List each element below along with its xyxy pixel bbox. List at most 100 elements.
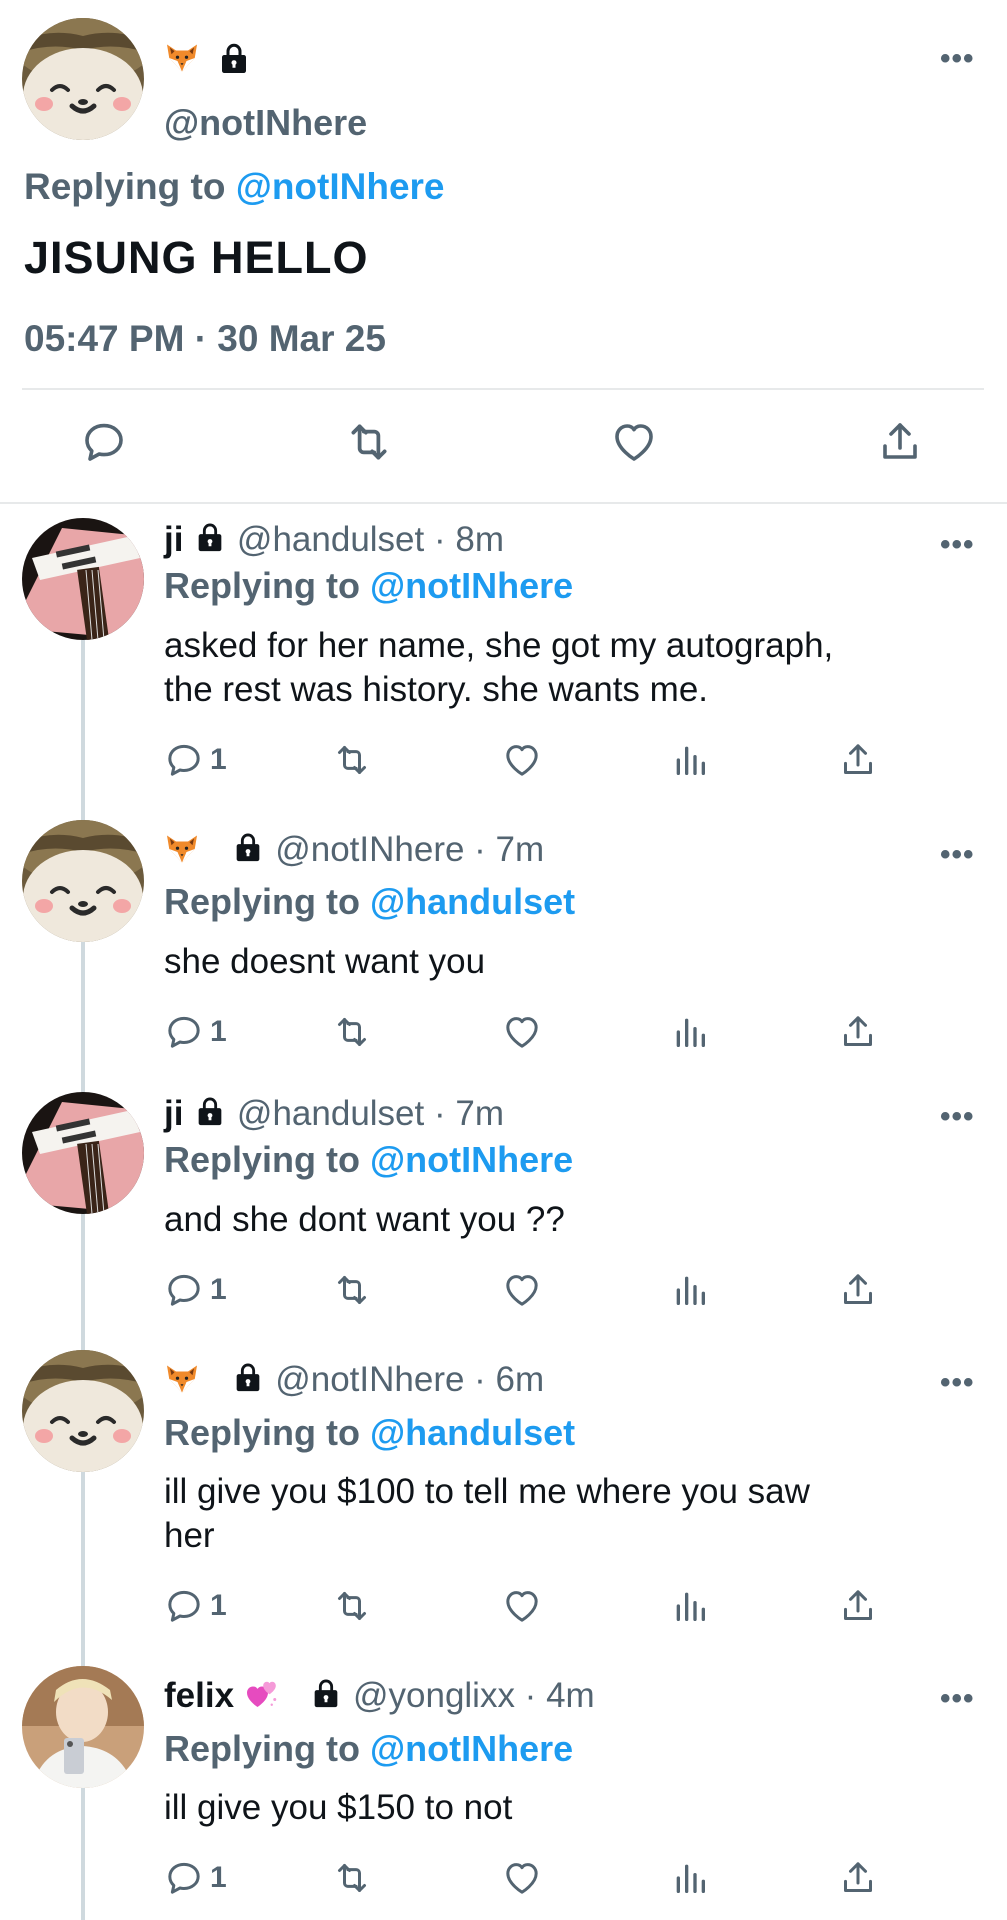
avatar[interactable] bbox=[22, 820, 144, 942]
like-button[interactable] bbox=[502, 1268, 542, 1312]
reply-text-line: the rest was history. she wants me. bbox=[164, 670, 709, 709]
reply-icon bbox=[164, 1586, 204, 1626]
replying-to-line: Replying to @handulset bbox=[164, 881, 575, 922]
reply-text: and she dont want you ?? bbox=[164, 1198, 954, 1242]
reply-icon bbox=[164, 1858, 204, 1898]
more-icon[interactable]: ••• bbox=[940, 840, 975, 870]
reply-button[interactable]: 1 bbox=[164, 1010, 227, 1054]
more-icon[interactable]: ••• bbox=[940, 44, 975, 74]
reply-button[interactable]: 1 bbox=[164, 1856, 227, 1900]
views-button[interactable] bbox=[670, 1584, 710, 1628]
display-name[interactable]: felix bbox=[164, 1676, 234, 1715]
lock-icon bbox=[309, 1676, 343, 1710]
avatar[interactable] bbox=[22, 1092, 144, 1214]
avatar[interactable] bbox=[22, 518, 144, 640]
reply-count: 1 bbox=[210, 1015, 227, 1048]
like-button[interactable] bbox=[502, 1584, 542, 1628]
retweet-button[interactable] bbox=[332, 1584, 372, 1628]
share-button[interactable] bbox=[838, 738, 878, 782]
reply-text-line: ill give you $100 to tell me where you s… bbox=[164, 1472, 810, 1511]
sloth-avatar-image bbox=[22, 18, 144, 140]
lock-icon bbox=[193, 520, 227, 554]
handle-time[interactable]: @notINhere · 7m bbox=[275, 830, 544, 869]
reply-action-bar: 1 bbox=[0, 738, 1007, 788]
views-button[interactable] bbox=[670, 1010, 710, 1054]
divider bbox=[22, 388, 984, 390]
lock-icon bbox=[193, 1094, 227, 1128]
views-icon bbox=[670, 1012, 710, 1052]
more-icon[interactable]: ••• bbox=[940, 1684, 975, 1714]
handle-time[interactable]: @yonglixx · 4m bbox=[353, 1676, 595, 1715]
tweet-text: JISUNG HELLO bbox=[24, 232, 369, 283]
reply-header: ji @handulset · 7m bbox=[164, 1094, 504, 1134]
share-button[interactable] bbox=[876, 420, 924, 464]
replying-prefix: Replying to bbox=[164, 1139, 370, 1180]
handle-time[interactable]: @notINhere · 6m bbox=[275, 1360, 544, 1399]
replying-to-link[interactable]: @notINhere bbox=[236, 166, 445, 207]
heart-icon bbox=[502, 1586, 542, 1626]
replying-to-link[interactable]: @notINhere bbox=[370, 1728, 573, 1769]
views-button[interactable] bbox=[670, 1268, 710, 1312]
reply-text: ill give you $150 to not bbox=[164, 1786, 954, 1830]
share-icon bbox=[838, 740, 878, 780]
like-button[interactable] bbox=[610, 420, 658, 464]
like-button[interactable] bbox=[502, 738, 542, 782]
more-icon[interactable]: ••• bbox=[940, 1102, 975, 1132]
avatar[interactable] bbox=[22, 1666, 144, 1788]
guitar-avatar-image bbox=[22, 518, 144, 640]
avatar[interactable] bbox=[22, 18, 144, 140]
more-icon[interactable]: ••• bbox=[940, 1368, 975, 1398]
retweet-icon bbox=[344, 417, 394, 467]
reply-action-bar: 1 bbox=[0, 1010, 1007, 1060]
replying-to-link[interactable]: @notINhere bbox=[370, 1139, 573, 1180]
felix-avatar-image bbox=[22, 1666, 144, 1788]
views-icon bbox=[670, 740, 710, 780]
share-button[interactable] bbox=[838, 1856, 878, 1900]
reply-button[interactable] bbox=[80, 420, 128, 464]
retweet-button[interactable] bbox=[332, 1010, 372, 1054]
author-handle[interactable]: @notINhere bbox=[164, 102, 367, 144]
retweet-button[interactable] bbox=[332, 1856, 372, 1900]
share-button[interactable] bbox=[838, 1010, 878, 1054]
replying-to-link[interactable]: @handulset bbox=[370, 1412, 575, 1453]
fox-icon bbox=[164, 1361, 200, 1397]
reply-count: 1 bbox=[210, 1273, 227, 1306]
lock-icon bbox=[231, 1360, 265, 1394]
replying-to-link[interactable]: @notINhere bbox=[370, 565, 573, 606]
reply-action-bar: 1 bbox=[0, 1584, 1007, 1634]
reply-button[interactable]: 1 bbox=[164, 1268, 227, 1312]
tweet-timestamp[interactable]: 05:47 PM · 30 Mar 25 bbox=[24, 318, 386, 360]
display-name[interactable]: ji bbox=[164, 520, 183, 559]
reply-button[interactable]: 1 bbox=[164, 1584, 227, 1628]
more-icon[interactable]: ••• bbox=[940, 530, 975, 560]
views-icon bbox=[670, 1586, 710, 1626]
replying-to-line: Replying to @notINhere bbox=[164, 565, 573, 606]
handle-time[interactable]: @handulset · 7m bbox=[237, 1094, 504, 1133]
reply-header: @notINhere · 6m bbox=[164, 1360, 544, 1400]
views-button[interactable] bbox=[670, 738, 710, 782]
like-button[interactable] bbox=[502, 1856, 542, 1900]
reply-text-line: ill give you $150 to not bbox=[164, 1788, 513, 1827]
display-name[interactable]: ji bbox=[164, 1094, 183, 1133]
retweet-button[interactable] bbox=[344, 420, 394, 464]
reply-text: she doesnt want you bbox=[164, 940, 954, 984]
reply-count: 1 bbox=[210, 743, 227, 776]
retweet-button[interactable] bbox=[332, 1268, 372, 1312]
replying-to-line: Replying to @notINhere bbox=[24, 166, 445, 208]
fox-icon bbox=[164, 831, 200, 867]
replying-to-line: Replying to @notINhere bbox=[164, 1139, 573, 1180]
share-button[interactable] bbox=[838, 1584, 878, 1628]
views-icon bbox=[670, 1858, 710, 1898]
lock-icon bbox=[231, 830, 265, 864]
replying-to-link[interactable]: @handulset bbox=[370, 881, 575, 922]
retweet-button[interactable] bbox=[332, 738, 372, 782]
views-button[interactable] bbox=[670, 1856, 710, 1900]
like-button[interactable] bbox=[502, 1010, 542, 1054]
handle-time[interactable]: @handulset · 8m bbox=[237, 520, 504, 559]
avatar[interactable] bbox=[22, 1350, 144, 1472]
reply-header: @notINhere · 7m bbox=[164, 830, 544, 870]
share-button[interactable] bbox=[838, 1268, 878, 1312]
reply-button[interactable]: 1 bbox=[164, 738, 227, 782]
section-divider bbox=[0, 502, 1007, 504]
retweet-icon bbox=[332, 740, 372, 780]
